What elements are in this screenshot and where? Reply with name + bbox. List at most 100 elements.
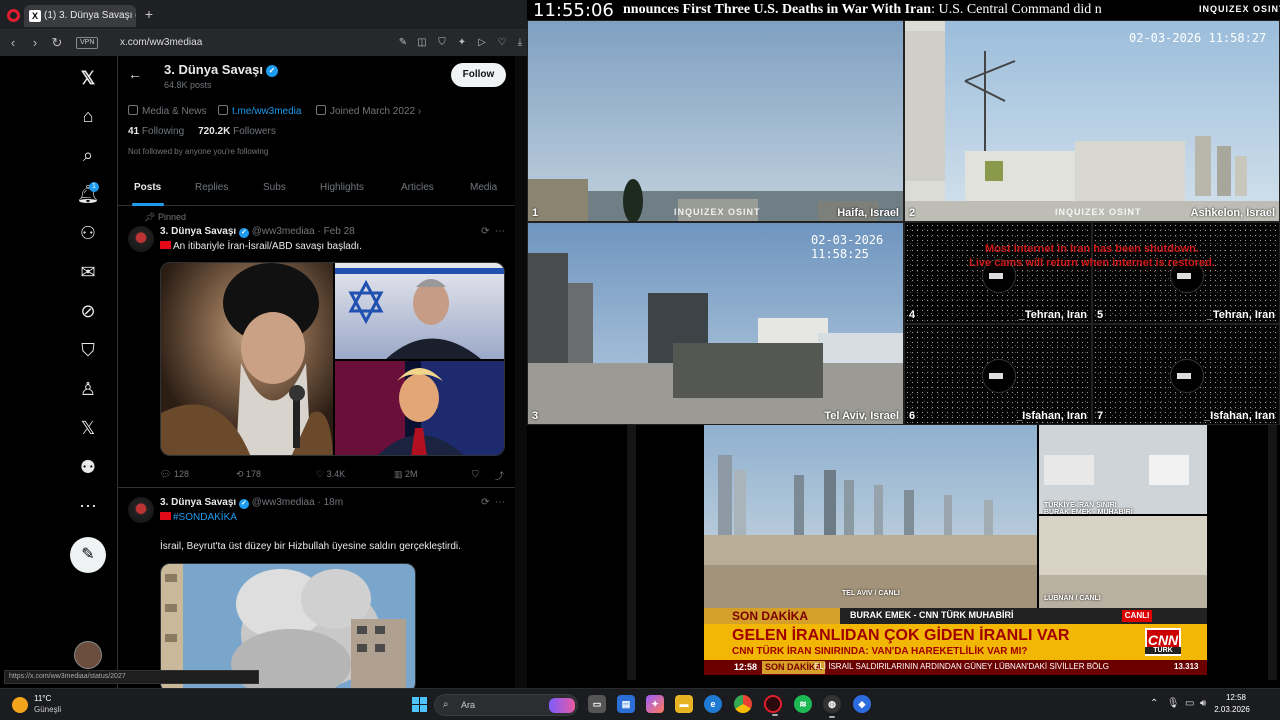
reporter-label: BURAK EMEK - CNN TÜRK MUHABİRİ [850, 610, 1014, 620]
mic-icon[interactable]: 🎙︎ [1167, 698, 1180, 709]
user-avatar[interactable] [74, 641, 102, 669]
taskbar-date[interactable]: 2.03.2026 [1206, 705, 1258, 714]
download-icon[interactable]: ⤓ [514, 36, 526, 50]
heart-icon[interactable]: ♡ [496, 36, 508, 50]
windows-taskbar: 11°C Güneşli ⌕ Ara ▭ ▤ ✦ ▬ e ≋ ◍ ◆ ⌃ 🎙︎ … [0, 688, 1280, 720]
cnn-turk-broadcast[interactable]: TEL AVIV / CANLI TÜRKİYE-İRAN SINIRI BUR… [704, 425, 1207, 675]
repost-button[interactable]: ⟲ 178 [236, 469, 261, 480]
grok-icon[interactable]: ⊘ [76, 299, 100, 323]
messages-icon[interactable]: ✉ [76, 260, 100, 284]
stream-scrollbar-right[interactable] [1268, 425, 1277, 680]
profile-category: Media & News [128, 105, 206, 117]
tweet-avatar[interactable] [128, 497, 154, 523]
camera-icon[interactable]: ◫ [416, 36, 428, 50]
chrome-icon[interactable] [734, 695, 752, 713]
vpn-badge[interactable]: VPN [76, 37, 99, 49]
tweet-author[interactable]: 3. Dünya Savaşı ✓ @ww3mediaa · Feb 28 [160, 226, 355, 238]
caption-side-1b: BURAK EMEK - MUHABİRİ [1044, 509, 1133, 516]
cam-ashkelon[interactable]: 02-03-2026 11:58:27 2 INQUIZEX OSINT Ash… [904, 20, 1280, 222]
x-favicon-icon: X [29, 10, 41, 22]
tab-highlights[interactable]: Highlights [320, 182, 364, 193]
views-button[interactable]: ▥ 2M [394, 469, 418, 480]
follow-icon[interactable]: ⚇ [76, 221, 100, 245]
copilot-icon[interactable]: ✦ [646, 695, 664, 713]
tweet-hashtag[interactable]: #SONDAKİKA [160, 512, 237, 523]
network-icon[interactable]: ▭ [1185, 698, 1194, 709]
follow-button[interactable]: Follow [451, 63, 506, 87]
tab-subs[interactable]: Subs [263, 182, 286, 193]
forward-icon[interactable]: › [27, 34, 43, 52]
edge-icon[interactable]: e [704, 695, 722, 713]
tab-replies[interactable]: Replies [195, 182, 228, 193]
tab-articles[interactable]: Articles [401, 182, 434, 193]
shield-icon[interactable]: ⛉ [436, 36, 448, 50]
play-icon[interactable]: ▷ [476, 36, 488, 50]
back-icon[interactable]: ‹ [5, 34, 21, 52]
premium-x-icon[interactable]: 𝕏 [76, 416, 100, 440]
tweet-author[interactable]: 3. Dünya Savaşı ✓ @ww3mediaa · 18m [160, 497, 343, 509]
jobs-icon[interactable]: ♙ [76, 377, 100, 401]
extension-icon[interactable]: ✦ [456, 36, 468, 50]
new-tab-button[interactable]: + [142, 7, 156, 21]
chevron-up-icon[interactable]: ⌃ [1150, 698, 1158, 709]
bookmark-button[interactable]: ⛉ [472, 469, 479, 480]
tweet-pinned[interactable]: 📌︎ Pinned 3. Dünya Savaşı ✓ @ww3mediaa ·… [118, 207, 515, 488]
system-tray[interactable]: ⌃ 🎙︎ ▭ 🔊︎ [1150, 698, 1206, 709]
reply-button[interactable]: 💬︎ 128 [160, 469, 189, 480]
posts-count: 64.8K posts [164, 80, 212, 90]
obs-icon[interactable]: ◍ [823, 695, 841, 718]
followers-link[interactable]: 720.2K Followers [198, 126, 276, 137]
cnn-turk-logo-sub: TÜRK [1145, 647, 1181, 654]
taskbar-time[interactable]: 12:58 [1218, 693, 1254, 702]
cam-timestamp: 02-03-2026 11:58:27 [1129, 31, 1267, 45]
share-button[interactable]: ⤴ [495, 469, 504, 482]
stream-scrollbar-left[interactable] [627, 425, 636, 680]
cam-isfahan-1[interactable]: 6 _Isfahan, Iran [904, 324, 1092, 425]
tweet-latest[interactable]: 3. Dünya Savaşı ✓ @ww3mediaa · 18m ⟳ ⋯ #… [118, 489, 515, 688]
compose-post-button[interactable]: ✎ [70, 537, 106, 573]
address-bar: ‹ › ↻ VPN x.com/ww3mediaa ✎ ◫ ⛉ ✦ ▷ ♡ ⤓ [0, 30, 527, 56]
taskbar-search[interactable]: ⌕ Ara [434, 694, 578, 716]
back-arrow-icon[interactable]: ← [128, 66, 142, 82]
tab-posts[interactable]: Posts [134, 182, 161, 193]
tab-title: (1) 3. Dünya Savaşı (@ww3 [44, 10, 136, 21]
url-field[interactable]: x.com/ww3mediaa [120, 37, 202, 48]
tab-media[interactable]: Media [470, 182, 497, 193]
page-scrollbar[interactable] [515, 56, 527, 688]
profile-icon[interactable]: ⚉ [76, 455, 100, 479]
cam-label: _Isfahan, Iran [1204, 410, 1275, 422]
headline: GELEN İRANLIDAN ÇOK GİDEN İRANLI VAR [732, 627, 1070, 644]
opera-icon[interactable] [7, 9, 20, 22]
like-button[interactable]: ♡ 3.4K [316, 469, 345, 480]
file-explorer-icon[interactable]: ▬ [675, 695, 693, 713]
edit-icon[interactable]: ✎ [397, 36, 409, 50]
static-center-icon [982, 359, 1016, 393]
explore-icon[interactable]: ⌕ [76, 143, 100, 167]
home-icon[interactable]: ⌂ [76, 104, 100, 128]
task-view-icon[interactable]: ▭ [588, 695, 606, 713]
start-button[interactable] [412, 697, 428, 713]
cam-label: _Tehran, Iran [1206, 309, 1275, 321]
cam-isfahan-2[interactable]: 7 _Isfahan, Iran [1092, 324, 1280, 425]
x-logo-icon[interactable]: 𝕏 [76, 66, 100, 90]
link-icon [218, 105, 228, 115]
static-center-icon [1170, 359, 1204, 393]
browser-tab[interactable]: X (1) 3. Dünya Savaşı (@ww3 [24, 5, 136, 27]
reload-icon[interactable]: ↻ [49, 34, 65, 52]
tweet-image-grid[interactable] [160, 262, 505, 456]
cam-haifa[interactable]: 1 INQUIZEX OSINT Haifa, Israel [527, 20, 904, 222]
bookmarks-icon[interactable]: ⛉ [76, 338, 100, 362]
profile-link[interactable]: t.me/ww3media [218, 105, 301, 117]
browser-window: X (1) 3. Dünya Savaşı (@ww3 + ‹ › ↻ VPN … [0, 0, 527, 688]
tweet-more-icon[interactable]: ⟳ ⋯ [481, 226, 505, 237]
more-icon[interactable]: ⋯ [76, 494, 100, 518]
opera-taskbar-icon[interactable] [764, 695, 782, 716]
following-link[interactable]: 41 Following [128, 126, 184, 137]
cam-telaviv[interactable]: 02-03-2026 11:58:25 3 Tel Aviv, Israel [527, 222, 904, 425]
cam-label: _Tehran, Iran [1018, 309, 1087, 321]
spotify-icon[interactable]: ≋ [794, 695, 812, 713]
tweet-avatar[interactable] [128, 226, 154, 252]
widgets-icon[interactable]: ▤ [617, 695, 635, 713]
app-icon[interactable]: ◆ [853, 695, 871, 713]
tweet-more-icon[interactable]: ⟳ ⋯ [481, 497, 505, 508]
